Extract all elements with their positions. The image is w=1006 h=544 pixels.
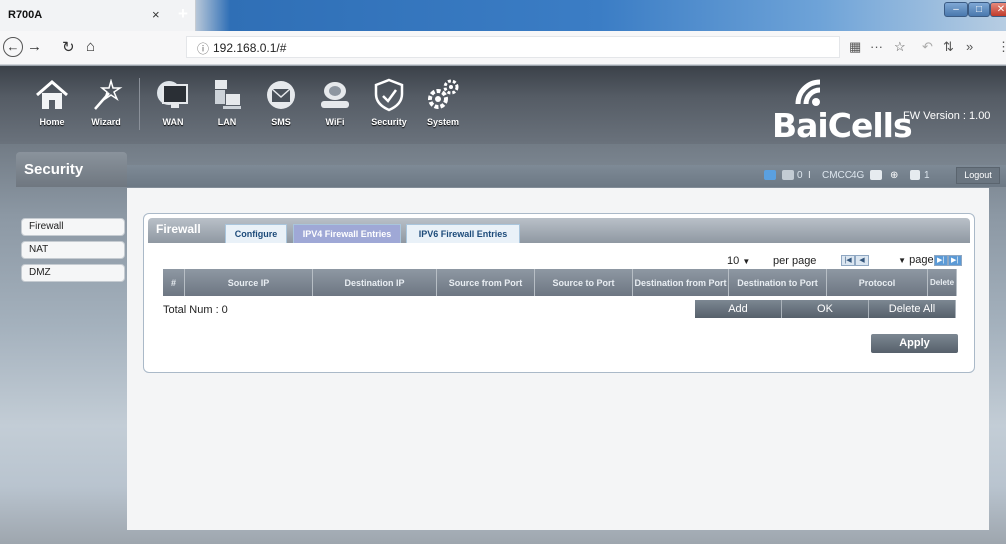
monitor-icon [154,76,192,114]
first-page-icon[interactable]: |◀ [841,254,855,266]
dropdown-arrow-icon: ▼ [742,257,751,266]
gears-icon [424,76,462,114]
operator-name: CMCC [822,170,852,181]
main-header: Home Wizard WAN LAN SMS WiFi Security Sy… [0,66,1006,145]
sms-count: 0 [797,170,803,181]
apply-button[interactable]: Apply [871,334,958,353]
wand-icon [87,76,125,114]
last-page-icon[interactable]: ▶| [947,254,962,266]
logout-button[interactable]: Logout [956,167,1000,184]
connection-icon [870,170,882,180]
menu-lan[interactable]: LAN [200,76,254,134]
library-icon[interactable]: ⇅ [943,39,954,55]
col-index: # [163,269,185,296]
url-text: 192.168.0.1/# [213,41,287,55]
overflow-icon[interactable]: » [966,39,973,54]
sim-icon [764,170,776,180]
sidebar: Firewall NAT DMZ [21,218,125,287]
col-source-to-port: Source to Port [535,269,633,296]
forward-icon[interactable]: → [27,38,42,55]
table-actions: Add OK Delete All [695,300,956,318]
firewall-box: Firewall Configure IPV4 Firewall Entries… [143,213,975,373]
status-bar: 0 Ι CMCC 4G ⊕ 1 Logout [127,165,1006,187]
section-title: Security [24,161,84,178]
tab-ipv4-entries[interactable]: IPV4 Firewall Entries [293,224,401,243]
info-icon[interactable]: ⓘ [197,40,209,57]
col-source-from-port: Source from Port [437,269,535,296]
col-destination-from-port: Destination from Port [633,269,729,296]
bookmark-star-icon[interactable]: ☆ [894,39,906,55]
sidebar-item-firewall[interactable]: Firewall [21,218,125,236]
menu-wifi[interactable]: WiFi [308,76,362,134]
back-icon[interactable]: ← [3,37,23,57]
home-browser-icon[interactable]: ⌂ [86,38,95,55]
network-type: 4G [851,170,865,181]
main-menu: Home Wizard WAN LAN SMS WiFi Security Sy… [25,76,470,134]
computer-icon [208,76,246,114]
prev-page-icon[interactable]: ◀ [855,254,869,266]
col-source-ip: Source IP [185,269,313,296]
router-app: Home Wizard WAN LAN SMS WiFi Security Sy… [0,66,1006,544]
page-actions-icon[interactable]: ··· [870,39,883,54]
main-panel: Firewall Configure IPV4 Firewall Entries… [127,188,989,530]
firewall-table-header: # Source IP Destination IP Source from P… [163,269,957,296]
total-count: Total Num : 0 [163,304,228,316]
menu-sms[interactable]: SMS [254,76,308,134]
menu-security[interactable]: Security [362,76,416,134]
reload-icon[interactable]: ↻ [62,38,75,56]
per-page-value: 10 [727,255,740,267]
sidebar-item-nat[interactable]: NAT [21,241,125,259]
sidebar-item-dmz[interactable]: DMZ [21,264,125,282]
col-delete: Delete [928,269,957,296]
per-page-label: per page [773,255,817,267]
page-label: page [909,254,934,266]
panel-label: Firewall [156,222,201,236]
tab-configure[interactable]: Configure [225,224,287,243]
clients-count: 1 [924,170,930,181]
router-icon [316,76,354,114]
signal-logo-icon [795,79,821,106]
col-destination-ip: Destination IP [313,269,437,296]
col-destination-to-port: Destination to Port [729,269,827,296]
browser-tab[interactable]: R700A × [0,0,196,31]
qr-icon[interactable]: ▦ [849,39,861,55]
tabs-bar: Firewall Configure IPV4 Firewall Entries… [148,218,970,243]
signal-icon: Ι [808,170,811,181]
fw-version: FW Version : 1.00 [903,110,991,122]
ok-button[interactable]: OK [782,300,869,318]
browser-titlebar: R700A × + – □ ✕ [0,0,1006,31]
sms-status-icon [782,170,794,180]
menu-system[interactable]: System [416,76,470,134]
menu-icon[interactable]: ⋮ [997,39,1006,55]
browser-toolbar: ← → ↻ ⌂ ⓘ 192.168.0.1/# ▦ ··· ☆ ↶ ⇅ » ⋮ [0,31,1006,65]
menu-divider [139,78,140,130]
next-page-icon[interactable]: ▶| [933,254,948,266]
brand-name: BaiCells [772,106,913,145]
home-icon [33,76,71,114]
menu-home[interactable]: Home [25,76,79,134]
page-select[interactable]: ▼ [872,256,906,265]
minimize-button[interactable]: – [944,2,968,17]
new-tab-icon[interactable]: + [178,4,188,24]
tab-title: R700A [8,9,43,21]
menu-wizard[interactable]: Wizard [79,76,133,134]
menu-wan[interactable]: WAN [146,76,200,134]
address-bar[interactable]: ⓘ 192.168.0.1/# [186,36,840,58]
clients-icon [910,170,920,180]
shield-icon [370,76,408,114]
globe-icon: ⊕ [890,170,899,181]
add-button[interactable]: Add [695,300,782,318]
close-tab-icon[interactable]: × [152,7,160,22]
delete-all-button[interactable]: Delete All [869,300,956,318]
undo-icon[interactable]: ↶ [922,39,933,55]
maximize-button[interactable]: □ [968,2,990,17]
close-window-button[interactable]: ✕ [990,2,1006,17]
per-page-select[interactable]: 10 ▼ [727,255,767,267]
pager: |◀ ◀ ▼ page ▶| ▶| [841,254,962,266]
col-protocol: Protocol [827,269,928,296]
envelope-icon [262,76,300,114]
section-tab: Security [16,152,127,187]
tab-ipv6-entries[interactable]: IPV6 Firewall Entries [406,224,520,243]
